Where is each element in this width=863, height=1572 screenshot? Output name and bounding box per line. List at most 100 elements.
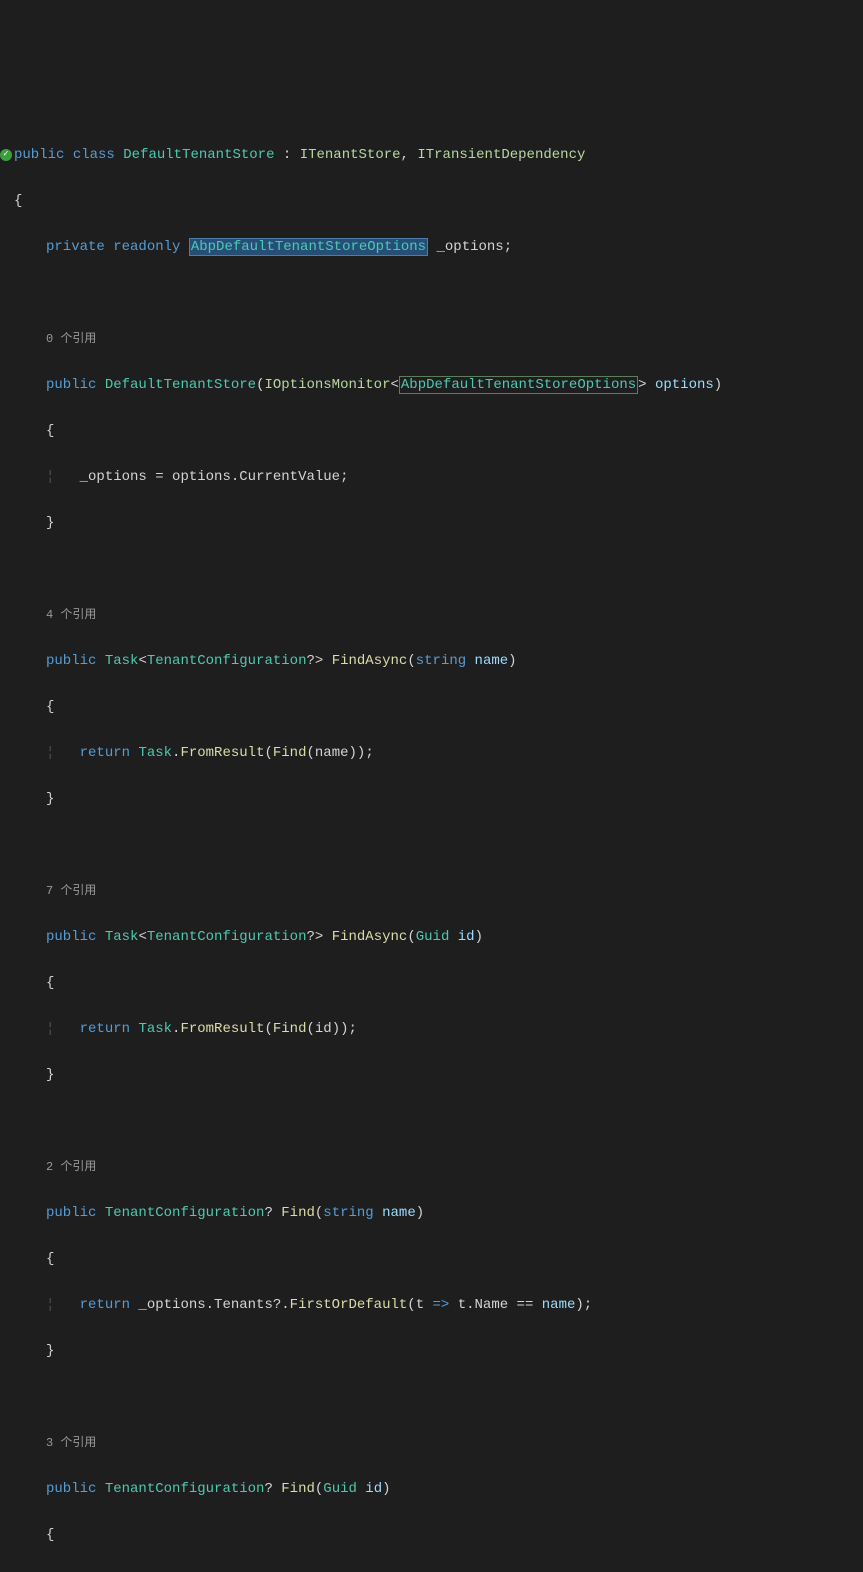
codelens[interactable]: 4 个引用	[0, 604, 863, 627]
brace: {	[46, 423, 54, 439]
code-line[interactable]: {	[0, 1524, 863, 1547]
param: options	[647, 377, 714, 393]
keyword: string	[416, 653, 466, 669]
code-line[interactable]: private readonly AbpDefaultTenantStoreOp…	[0, 236, 863, 259]
keyword: return	[80, 745, 130, 761]
code-line[interactable]: {	[0, 1248, 863, 1271]
type: Task	[105, 653, 139, 669]
punct: ;	[349, 1021, 357, 1037]
punct: )	[714, 377, 722, 393]
check-icon: ✓	[0, 149, 12, 161]
codelens[interactable]: 7 个引用	[0, 880, 863, 903]
blank-line[interactable]	[0, 834, 863, 857]
code-line[interactable]: ✓public class DefaultTenantStore : ITena…	[0, 144, 863, 167]
blank-line[interactable]	[0, 1386, 863, 1409]
references-count[interactable]: 7 个引用	[46, 884, 96, 898]
references-count[interactable]: 4 个引用	[46, 608, 96, 622]
indent-guide: ¦	[46, 745, 80, 761]
assign: _options	[80, 469, 156, 485]
brace: }	[46, 791, 54, 807]
brace: {	[46, 699, 54, 715]
type: TenantConfiguration	[105, 1481, 265, 1497]
param: name	[374, 1205, 416, 1221]
code-line[interactable]: ¦ return Task.FromResult(Find(name));	[0, 742, 863, 765]
code-line[interactable]: }	[0, 788, 863, 811]
punct: :	[274, 147, 299, 163]
keyword: public	[46, 1205, 96, 1221]
code-editor[interactable]: ✓public class DefaultTenantStore : ITena…	[0, 92, 863, 1572]
references-count[interactable]: 3 个引用	[46, 1436, 96, 1450]
method: FindAsync	[332, 929, 408, 945]
code-line[interactable]: ✓public DefaultTenantStore(IOptionsMonit…	[0, 374, 863, 397]
constructor: DefaultTenantStore	[105, 377, 256, 393]
code-line[interactable]: {	[0, 696, 863, 719]
punct: )	[508, 653, 516, 669]
method: FindAsync	[332, 653, 408, 669]
type: Task	[105, 929, 139, 945]
code-line[interactable]: ✓public TenantConfiguration? Find(string…	[0, 1202, 863, 1225]
punct: ;	[340, 469, 348, 485]
code-line[interactable]: ✓public TenantConfiguration? Find(Guid i…	[0, 1478, 863, 1501]
indent-guide: ¦	[46, 469, 80, 485]
punct: ?	[306, 653, 314, 669]
expr: t.Name	[449, 1297, 516, 1313]
codelens[interactable]: 3 个引用	[0, 1432, 863, 1455]
method: Find	[273, 745, 307, 761]
type-ref: AbpDefaultTenantStoreOptions	[399, 376, 638, 394]
references-count[interactable]: 2 个引用	[46, 1160, 96, 1174]
punct: (	[306, 745, 314, 761]
method: Find	[273, 1021, 307, 1037]
code-line[interactable]: }	[0, 1064, 863, 1087]
code-line[interactable]: ✓public Task<TenantConfiguration?> FindA…	[0, 926, 863, 949]
blank-line[interactable]	[0, 282, 863, 305]
arg: name	[315, 745, 349, 761]
code-line[interactable]: {	[0, 972, 863, 995]
punct: (	[264, 745, 272, 761]
code-line[interactable]: {	[0, 190, 863, 213]
code-line[interactable]: ¦ return _options.Tenants?.FirstOrDefaul…	[0, 1294, 863, 1317]
blank-line[interactable]	[0, 558, 863, 581]
keyword: return	[80, 1021, 130, 1037]
brace: }	[46, 515, 54, 531]
indent-guide: ¦	[46, 1021, 80, 1037]
punct: >	[315, 929, 323, 945]
brace: {	[46, 1527, 54, 1543]
interface: ITransientDependency	[417, 147, 585, 163]
method: FirstOrDefault	[290, 1297, 408, 1313]
code-line[interactable]: }	[0, 512, 863, 535]
lambda-param: t	[416, 1297, 433, 1313]
type: Guid	[416, 929, 450, 945]
param: id	[449, 929, 474, 945]
punct: (	[315, 1481, 323, 1497]
code-line[interactable]: ¦ return Task.FromResult(Find(id));	[0, 1018, 863, 1041]
type-highlighted: AbpDefaultTenantStoreOptions	[189, 238, 428, 256]
arrow: =>	[433, 1297, 450, 1313]
punct: <	[138, 929, 146, 945]
arg: id	[315, 1021, 332, 1037]
keyword: return	[80, 1297, 130, 1313]
codelens[interactable]: 0 个引用	[0, 328, 863, 351]
punct: <	[138, 653, 146, 669]
prop: CurrentValue	[239, 469, 340, 485]
arg: name	[533, 1297, 575, 1313]
brace: }	[46, 1067, 54, 1083]
type: TenantConfiguration	[147, 653, 307, 669]
code-line[interactable]: }	[0, 1340, 863, 1363]
code-line[interactable]: {	[0, 420, 863, 443]
code-line[interactable]: ¦ return _options.Tenants?.FirstOrDefaul…	[0, 1570, 863, 1572]
punct: (	[315, 1205, 323, 1221]
keyword: private	[46, 239, 105, 255]
param: id	[357, 1481, 382, 1497]
references-count[interactable]: 0 个引用	[46, 332, 96, 346]
blank-line[interactable]	[0, 1110, 863, 1133]
punct: ?	[264, 1481, 272, 1497]
op: =	[155, 469, 163, 485]
punct: )	[382, 1481, 390, 1497]
op: ==	[517, 1297, 534, 1313]
codelens[interactable]: 2 个引用	[0, 1156, 863, 1179]
method: FromResult	[180, 1021, 264, 1037]
punct: )	[332, 1021, 340, 1037]
code-line[interactable]: ✓public Task<TenantConfiguration?> FindA…	[0, 650, 863, 673]
punct: (	[306, 1021, 314, 1037]
code-line[interactable]: ¦ _options = options.CurrentValue;	[0, 466, 863, 489]
